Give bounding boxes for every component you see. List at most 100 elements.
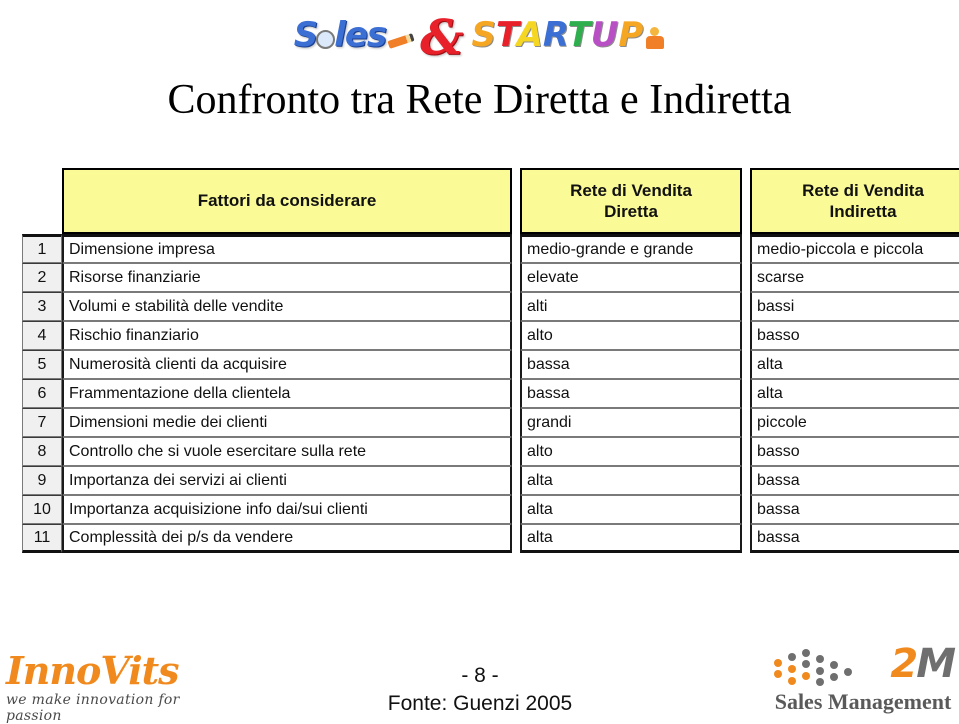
table-row-factor: Numerosità clienti da acquisire bbox=[62, 350, 512, 379]
table-row-indirect-value: piccole bbox=[750, 408, 959, 437]
table-row-direct-value: alto bbox=[520, 437, 742, 466]
magnifier-icon bbox=[316, 30, 336, 49]
table-row-gap-1 bbox=[512, 495, 520, 524]
banner-startup-text: STARTUP bbox=[472, 15, 644, 55]
comparison-table: Fattori da considerare Rete di Vendita D… bbox=[22, 168, 959, 560]
startup-letter-t: T bbox=[496, 15, 517, 55]
table-row-factor: Dimensione impresa bbox=[62, 234, 512, 263]
table-row-gap-1 bbox=[512, 379, 520, 408]
person-icon bbox=[644, 27, 666, 51]
table-header-indirect-line2: Indiretta bbox=[829, 202, 897, 221]
table-row-indirect-value: bassa bbox=[750, 495, 959, 524]
table-row-indirect-value: basso bbox=[750, 437, 959, 466]
table-row-gap-2 bbox=[742, 234, 750, 263]
table-row-number: 4 bbox=[22, 321, 62, 350]
2m-logo-label: Sales Management bbox=[774, 689, 952, 714]
2m-letter: M bbox=[916, 641, 956, 687]
innovits-logo-tagline: we make innovation for passion bbox=[6, 692, 180, 724]
table-row-gap-1 bbox=[512, 292, 520, 321]
table-row-gap-2 bbox=[742, 437, 750, 466]
table-row-gap-2 bbox=[742, 466, 750, 495]
sales-and-startup-banner-logo: Sles & STARTUP bbox=[0, 8, 959, 62]
table-row-gap-2 bbox=[742, 379, 750, 408]
2m-sales-management-logo: 2M Sales Management bbox=[770, 644, 956, 716]
table-row-gap-1 bbox=[512, 437, 520, 466]
innovits-logo: InnoVits we make innovation for passion bbox=[6, 652, 216, 724]
innovits-logo-name: InnoVits bbox=[6, 648, 180, 693]
table-row-number: 6 bbox=[22, 379, 62, 408]
comparison-table-grid: Fattori da considerare Rete di Vendita D… bbox=[22, 168, 959, 553]
table-row-indirect-value: basso bbox=[750, 321, 959, 350]
startup-letter-t2: T bbox=[567, 15, 591, 55]
pencil-icon bbox=[387, 33, 415, 49]
table-row-direct-value: elevate bbox=[520, 263, 742, 292]
table-row-indirect-value: alta bbox=[750, 379, 959, 408]
person-body-icon bbox=[646, 36, 665, 49]
startup-letter-s: S bbox=[471, 15, 497, 55]
table-row-gap-1 bbox=[512, 350, 520, 379]
table-row-gap-2 bbox=[742, 321, 750, 350]
table-header-indirect-line1: Rete di Vendita bbox=[802, 180, 924, 200]
table-row-number: 9 bbox=[22, 466, 62, 495]
table-header-direct-line2: Diretta bbox=[604, 202, 658, 221]
table-header-factors-label: Fattori da considerare bbox=[197, 191, 377, 211]
table-row-factor: Complessità dei p/s da vendere bbox=[62, 524, 512, 553]
table-row-number: 8 bbox=[22, 437, 62, 466]
table-row-factor: Frammentazione della clientela bbox=[62, 379, 512, 408]
table-row-direct-value: alto bbox=[520, 321, 742, 350]
table-header-number-spacer bbox=[22, 168, 62, 234]
table-header-factors: Fattori da considerare bbox=[62, 168, 512, 234]
table-row-direct-value: bassa bbox=[520, 350, 742, 379]
table-row-direct-value: medio-grande e grande bbox=[520, 234, 742, 263]
table-row-indirect-value: bassa bbox=[750, 466, 959, 495]
table-row-indirect-value: scarse bbox=[750, 263, 959, 292]
dots-arrow-icon bbox=[774, 649, 852, 686]
table-row-direct-value: bassa bbox=[520, 379, 742, 408]
table-row-gap-1 bbox=[512, 408, 520, 437]
2m-logo-mark: 2M bbox=[770, 644, 956, 690]
table-row-indirect-value: medio-piccola e piccola bbox=[750, 234, 959, 263]
table-row-factor: Risorse finanziarie bbox=[62, 263, 512, 292]
table-row-indirect-value: bassa bbox=[750, 524, 959, 553]
table-row-indirect-value: alta bbox=[750, 350, 959, 379]
banner-ampersand: & bbox=[420, 10, 464, 66]
slide-footer-center: - 8 - Fonte: Guenzi 2005 bbox=[330, 662, 630, 719]
table-header-direct-line1: Rete di Vendita bbox=[570, 180, 692, 200]
table-row-factor: Controllo che si vuole esercitare sulla … bbox=[62, 437, 512, 466]
table-row-number: 3 bbox=[22, 292, 62, 321]
table-header-direct: Rete di Vendita Diretta bbox=[520, 168, 742, 234]
table-row-gap-1 bbox=[512, 263, 520, 292]
page-title: Confronto tra Rete Diretta e Indiretta bbox=[167, 77, 792, 123]
banner-sales-text: Sles bbox=[293, 15, 387, 55]
table-row-gap-1 bbox=[512, 524, 520, 553]
table-row-gap-2 bbox=[742, 524, 750, 553]
table-row-factor: Rischio finanziario bbox=[62, 321, 512, 350]
source-citation: Fonte: Guenzi 2005 bbox=[387, 692, 573, 716]
startup-letter-p: P bbox=[618, 15, 644, 55]
table-row-indirect-value: bassi bbox=[750, 292, 959, 321]
page-number: - 8 - bbox=[461, 664, 499, 687]
table-row-direct-value: alta bbox=[520, 466, 742, 495]
table-row-gap-2 bbox=[742, 350, 750, 379]
table-header-gap-2 bbox=[742, 168, 750, 234]
table-row-direct-value: grandi bbox=[520, 408, 742, 437]
table-row-number: 5 bbox=[22, 350, 62, 379]
table-row-number: 11 bbox=[22, 524, 62, 553]
table-row-gap-2 bbox=[742, 408, 750, 437]
table-row-gap-1 bbox=[512, 321, 520, 350]
2m-wordmark: 2M bbox=[890, 641, 956, 687]
table-row-number: 7 bbox=[22, 408, 62, 437]
table-row-direct-value: alta bbox=[520, 524, 742, 553]
table-row-gap-1 bbox=[512, 466, 520, 495]
table-row-factor: Volumi e stabilità delle vendite bbox=[62, 292, 512, 321]
table-row-factor: Dimensioni medie dei clienti bbox=[62, 408, 512, 437]
table-header-gap-1 bbox=[512, 168, 520, 234]
table-row-gap-2 bbox=[742, 292, 750, 321]
table-row-number: 1 bbox=[22, 234, 62, 263]
table-row-gap-2 bbox=[742, 263, 750, 292]
table-row-factor: Importanza acquisizione info dai/sui cli… bbox=[62, 495, 512, 524]
startup-letter-a: A bbox=[516, 15, 543, 55]
table-row-direct-value: alta bbox=[520, 495, 742, 524]
table-row-factor: Importanza dei servizi ai clienti bbox=[62, 466, 512, 495]
table-row-number: 2 bbox=[22, 263, 62, 292]
